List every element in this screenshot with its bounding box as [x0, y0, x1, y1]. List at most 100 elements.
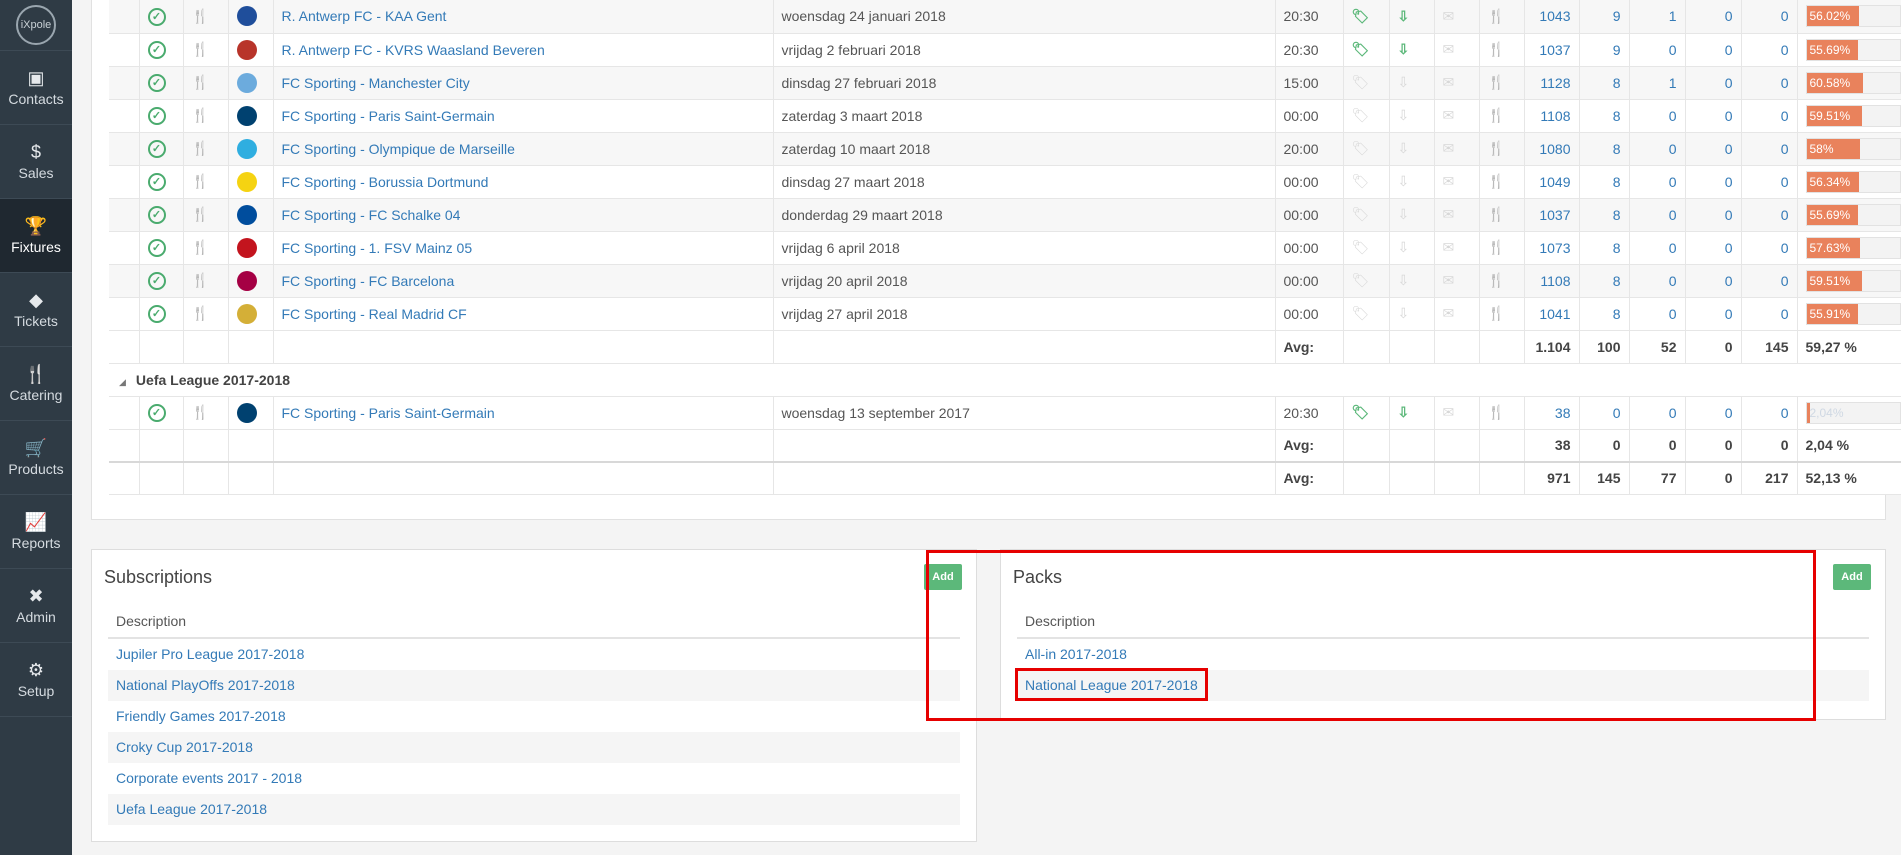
match-link[interactable]: FC Sporting - Real Madrid CF	[282, 306, 467, 322]
fixture-row[interactable]: ✓ 🍴 FC Sporting - Olympique de Marseille za…	[109, 132, 1901, 166]
count-link[interactable]: 0	[1781, 240, 1789, 256]
count-link[interactable]: 8	[1613, 240, 1621, 256]
fixture-row[interactable]: ✓ 🍴 FC Sporting - FC Schalke 04 donderdag 2…	[109, 198, 1901, 232]
count-link[interactable]: 0	[1669, 141, 1677, 157]
count-link[interactable]: 0	[1669, 174, 1677, 190]
app-logo[interactable]: iXpole	[0, 0, 72, 51]
fixture-row[interactable]: ✓ 🍴 FC Sporting - Paris Saint-Germain zater…	[109, 99, 1901, 133]
count-link[interactable]: 0	[1781, 8, 1789, 24]
add-subscription-button[interactable]: Add	[924, 564, 962, 590]
match-link[interactable]: FC Sporting - FC Schalke 04	[282, 207, 461, 223]
catering-icon[interactable]: 🍴	[192, 8, 209, 24]
count-link[interactable]: 0	[1781, 174, 1789, 190]
subscription-item[interactable]: Uefa League 2017-2018	[108, 794, 960, 825]
cutlery-icon[interactable]: 🍴	[1488, 404, 1505, 420]
sidebar-item-tickets[interactable]: ◆ Tickets	[0, 273, 72, 347]
count-link[interactable]: 0	[1613, 405, 1621, 421]
count-link[interactable]: 1	[1669, 75, 1677, 91]
count-link[interactable]: 0	[1781, 141, 1789, 157]
catering-icon[interactable]: 🍴	[192, 404, 209, 420]
count-link[interactable]: 1128	[1540, 75, 1570, 91]
fixture-row[interactable]: ✓ 🍴 FC Sporting - 1. FSV Mainz 05 vrijdag 6…	[109, 231, 1901, 265]
fixture-row[interactable]: ✓ 🍴 FC Sporting - Borussia Dortmund dinsdag…	[109, 165, 1901, 199]
group-header[interactable]: ◢ Uefa League 2017-2018	[109, 363, 1901, 397]
collapse-triangle-icon[interactable]: ◢	[119, 377, 126, 387]
count-link[interactable]: 9	[1613, 8, 1621, 24]
subscription-item[interactable]: Corporate events 2017 - 2018	[108, 763, 960, 794]
count-link[interactable]: 8	[1613, 174, 1621, 190]
count-link[interactable]: 38	[1555, 405, 1571, 421]
fixture-row[interactable]: ✓ 🍴 FC Sporting - Real Madrid CF vrijdag 27…	[109, 297, 1901, 331]
sidebar-item-products[interactable]: 🛒 Products	[0, 421, 72, 495]
count-link[interactable]: 0	[1781, 207, 1789, 223]
sidebar-item-fixtures[interactable]: 🏆 Fixtures	[0, 199, 72, 273]
count-link[interactable]: 0	[1669, 273, 1677, 289]
count-link[interactable]: 1108	[1540, 273, 1570, 289]
cutlery-icon[interactable]: 🍴	[1488, 41, 1505, 57]
subscription-item[interactable]: Jupiler Pro League 2017-2018	[108, 639, 960, 670]
count-link[interactable]: 0	[1781, 273, 1789, 289]
count-link[interactable]: 0	[1781, 108, 1789, 124]
count-link[interactable]: 0	[1725, 306, 1733, 322]
count-link[interactable]: 0	[1669, 306, 1677, 322]
count-link[interactable]: 0	[1781, 405, 1789, 421]
match-link[interactable]: R. Antwerp FC - KVRS Waasland Beveren	[282, 42, 545, 58]
count-link[interactable]: 0	[1669, 42, 1677, 58]
match-link[interactable]: FC Sporting - Manchester City	[282, 75, 470, 91]
count-link[interactable]: 0	[1781, 306, 1789, 322]
sidebar-item-catering[interactable]: 🍴 Catering	[0, 347, 72, 421]
pack-item[interactable]: All-in 2017-2018	[1017, 639, 1869, 670]
count-link[interactable]: 1043	[1539, 8, 1570, 24]
tag-icon[interactable]: 🏷	[1352, 41, 1370, 57]
tag-icon[interactable]: 🏷	[1352, 404, 1370, 420]
match-link[interactable]: FC Sporting - 1. FSV Mainz 05	[282, 240, 473, 256]
count-link[interactable]: 0	[1669, 207, 1677, 223]
sidebar-item-setup[interactable]: ⚙ Setup	[0, 643, 72, 717]
subscription-item[interactable]: National PlayOffs 2017-2018	[108, 670, 960, 701]
count-link[interactable]: 0	[1725, 240, 1733, 256]
count-link[interactable]: 8	[1613, 108, 1621, 124]
count-link[interactable]: 1080	[1539, 141, 1570, 157]
count-link[interactable]: 9	[1613, 42, 1621, 58]
match-link[interactable]: R. Antwerp FC - KAA Gent	[282, 8, 447, 24]
count-link[interactable]: 0	[1669, 405, 1677, 421]
count-link[interactable]: 1041	[1539, 306, 1570, 322]
download-icon[interactable]: ⇩	[1398, 41, 1410, 57]
count-link[interactable]: 0	[1669, 108, 1677, 124]
add-pack-button[interactable]: Add	[1833, 564, 1871, 590]
fixture-row[interactable]: ✓ 🍴 FC Sporting - Paris Saint-Germain woens…	[109, 396, 1901, 430]
subscription-item[interactable]: Croky Cup 2017-2018	[108, 732, 960, 763]
catering-icon[interactable]: 🍴	[192, 41, 209, 57]
sidebar-item-reports[interactable]: 📈 Reports	[0, 495, 72, 569]
sidebar-item-sales[interactable]: $ Sales	[0, 125, 72, 199]
count-link[interactable]: 0	[1725, 405, 1733, 421]
fixture-row[interactable]: ✓ 🍴 R. Antwerp FC - KVRS Waasland Beveren v…	[109, 33, 1901, 67]
cutlery-icon[interactable]: 🍴	[1488, 8, 1505, 24]
count-link[interactable]: 1108	[1540, 108, 1570, 124]
count-link[interactable]: 0	[1725, 8, 1733, 24]
count-link[interactable]: 0	[1725, 141, 1733, 157]
fixture-row[interactable]: ✓ 🍴 FC Sporting - FC Barcelona vrijdag 20 a…	[109, 264, 1901, 298]
match-link[interactable]: FC Sporting - Paris Saint-Germain	[282, 108, 495, 124]
count-link[interactable]: 0	[1725, 174, 1733, 190]
count-link[interactable]: 1	[1669, 8, 1677, 24]
count-link[interactable]: 0	[1725, 75, 1733, 91]
match-link[interactable]: FC Sporting - Borussia Dortmund	[282, 174, 489, 190]
count-link[interactable]: 8	[1613, 75, 1621, 91]
sidebar-item-contacts[interactable]: ▣ Contacts	[0, 51, 72, 125]
download-icon[interactable]: ⇩	[1398, 404, 1410, 420]
count-link[interactable]: 0	[1781, 42, 1789, 58]
count-link[interactable]: 1037	[1539, 207, 1570, 223]
count-link[interactable]: 0	[1725, 273, 1733, 289]
count-link[interactable]: 0	[1669, 240, 1677, 256]
pack-item[interactable]: National League 2017-2018	[1017, 670, 1869, 701]
count-link[interactable]: 8	[1613, 273, 1621, 289]
subscription-item[interactable]: Friendly Games 2017-2018	[108, 701, 960, 732]
count-link[interactable]: 0	[1725, 42, 1733, 58]
fixture-row[interactable]: ✓ 🍴 R. Antwerp FC - KAA Gent woensdag 24 ja…	[109, 0, 1901, 34]
download-icon[interactable]: ⇩	[1398, 8, 1410, 24]
match-link[interactable]: FC Sporting - Paris Saint-Germain	[282, 405, 495, 421]
match-link[interactable]: FC Sporting - Olympique de Marseille	[282, 141, 515, 157]
sidebar-item-admin[interactable]: ✖ Admin	[0, 569, 72, 643]
count-link[interactable]: 8	[1613, 141, 1621, 157]
